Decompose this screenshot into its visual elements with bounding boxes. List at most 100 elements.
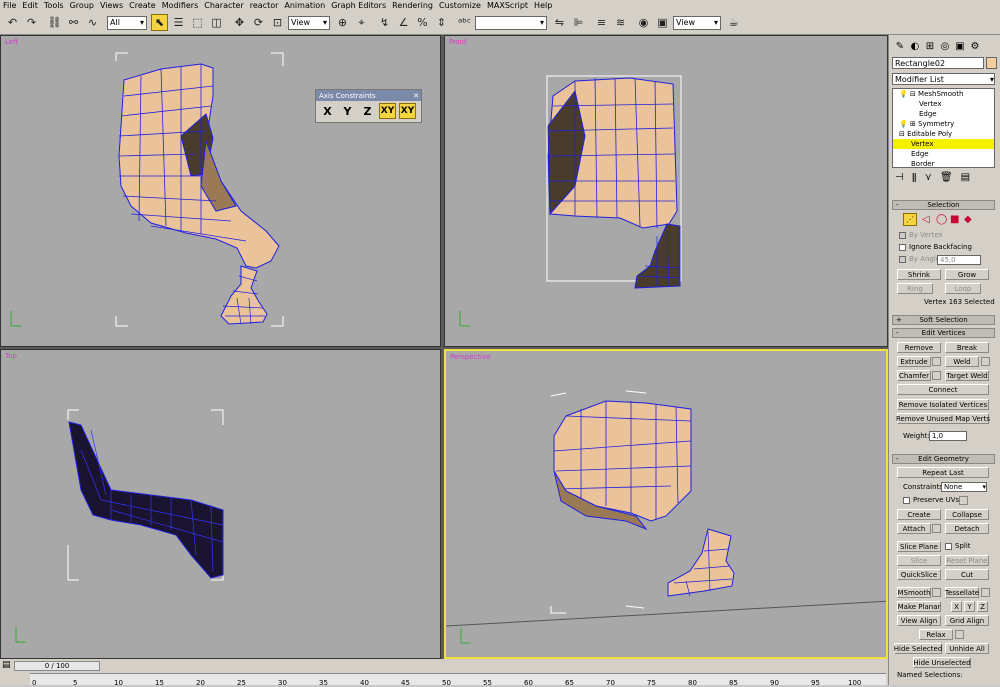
pivot-center-icon[interactable]: ⊕ (334, 14, 351, 31)
remove-isolated-vertices-button[interactable]: Remove Isolated Vertices (897, 399, 989, 410)
stack-item-edge[interactable]: Edge (893, 109, 994, 119)
menu-edit[interactable]: Edit (22, 1, 38, 10)
redo-icon[interactable]: ↷ (23, 14, 40, 31)
weight-input[interactable]: 1,0 (929, 431, 967, 441)
edit-named-selection-icon[interactable]: ᵃᵇᶜ (456, 14, 473, 31)
ignore-backfacing-checkbox[interactable] (899, 243, 906, 251)
ring-button[interactable]: Ring (897, 283, 933, 294)
extrude-settings-icon[interactable] (932, 357, 941, 366)
cut-button[interactable]: Cut (945, 569, 989, 580)
border-mode-icon[interactable]: ◯ (936, 214, 947, 225)
axis-xy-flyout-button[interactable]: XY (399, 103, 416, 119)
tessellate-settings-icon[interactable] (981, 588, 990, 597)
split-option[interactable]: Split (945, 542, 971, 550)
object-color-swatch[interactable] (986, 57, 997, 69)
select-by-name-icon[interactable]: ☰ (170, 14, 187, 31)
slice-plane-button[interactable]: Slice Plane (897, 541, 941, 552)
menu-rendering[interactable]: Rendering (392, 1, 433, 10)
stack-item-vertex[interactable]: Vertex (893, 99, 994, 109)
hide-selected-button[interactable]: Hide Selected (894, 643, 942, 654)
msmooth-button[interactable]: MSmooth (897, 587, 931, 598)
axis-x-button[interactable]: X (319, 103, 336, 119)
move-icon[interactable]: ✥ (231, 14, 248, 31)
select-manipulate-icon[interactable]: ⌖ (353, 14, 370, 31)
layer-manager-icon[interactable]: ≡ (593, 14, 610, 31)
planar-y-button[interactable]: Y (964, 601, 975, 612)
remove-modifier-icon[interactable]: 🗑 (940, 172, 953, 186)
stack-item-vertex-selected[interactable]: Vertex (893, 139, 994, 149)
by-vertex-checkbox[interactable] (899, 231, 906, 239)
view-align-button[interactable]: View Align (897, 615, 941, 626)
stack-item-symmetry[interactable]: 💡 ⊞ Symmetry (893, 119, 994, 129)
track-bar[interactable]: 0 5 10 15 20 25 30 35 40 45 50 55 60 65 … (30, 673, 886, 687)
stack-item-edge[interactable]: Edge (893, 149, 994, 159)
quickslice-button[interactable]: QuickSlice (897, 569, 941, 580)
display-tab-icon[interactable]: ▣ (953, 39, 967, 54)
menu-character[interactable]: Character (204, 1, 244, 10)
curve-editor-icon[interactable]: ≋ (612, 14, 629, 31)
loop-button[interactable]: Loop (945, 283, 981, 294)
remove-unused-map-verts-button[interactable]: Remove Unused Map Verts (896, 413, 990, 424)
timeline-toggle-icon[interactable]: ▤ (2, 660, 11, 670)
stack-item-meshsmooth[interactable]: 💡 ⊟ MeshSmooth (893, 89, 994, 99)
split-checkbox[interactable] (945, 542, 952, 550)
unlink-icon[interactable]: ⚯ (65, 14, 82, 31)
undo-icon[interactable]: ↶ (4, 14, 21, 31)
edge-mode-icon[interactable]: ◁ (922, 214, 930, 225)
vertex-mode-icon[interactable]: ⋰ (903, 213, 917, 226)
planar-z-button[interactable]: Z (977, 601, 988, 612)
menu-file[interactable]: File (3, 1, 16, 10)
make-unique-icon[interactable]: ⋎ (925, 172, 932, 186)
selection-rollout-header[interactable]: - Selection (892, 200, 995, 210)
menu-animation[interactable]: Animation (284, 1, 325, 10)
by-angle-checkbox[interactable] (899, 255, 906, 263)
element-mode-icon[interactable]: ◆ (964, 214, 972, 225)
msmooth-settings-icon[interactable] (932, 588, 941, 597)
menu-reactor[interactable]: reactor (250, 1, 279, 10)
stack-item-border[interactable]: Border (893, 159, 994, 167)
constraints-dropdown[interactable]: None ▾ (941, 482, 987, 492)
remove-button[interactable]: Remove (897, 342, 941, 353)
utilities-tab-icon[interactable]: ⚙ (968, 39, 982, 54)
relax-settings-icon[interactable] (955, 630, 964, 639)
named-selection-dropdown[interactable]: ▾ (475, 15, 547, 30)
selection-filter-dropdown[interactable]: All ▾ (107, 15, 147, 30)
menu-maxscript[interactable]: MAXScript (487, 1, 528, 10)
by-angle-option[interactable]: By Angle: (899, 255, 942, 263)
rectangular-selection-icon[interactable]: ⬚ (189, 14, 206, 31)
extrude-button[interactable]: Extrude (897, 356, 931, 367)
stack-item-editable-poly[interactable]: ⊟ Editable Poly (893, 129, 994, 139)
grow-button[interactable]: Grow (945, 269, 989, 280)
slice-button[interactable]: Slice (897, 555, 941, 566)
rotate-icon[interactable]: ⟳ (250, 14, 267, 31)
hide-unselected-button[interactable]: Hide Unselected (913, 657, 971, 668)
reset-plane-button[interactable]: Reset Plane (945, 555, 989, 566)
relax-button[interactable]: Relax (919, 629, 953, 640)
connect-button[interactable]: Connect (897, 384, 989, 395)
break-button[interactable]: Break (945, 342, 989, 353)
create-tab-icon[interactable]: ✎ (893, 39, 907, 54)
time-slider[interactable]: 0 / 100 (14, 661, 100, 671)
configure-sets-icon[interactable]: ▤ (961, 172, 970, 186)
chamfer-button[interactable]: Chamfer (897, 370, 931, 381)
modifier-stack[interactable]: 💡 ⊟ MeshSmooth Vertex Edge 💡 ⊞ Symmetry … (892, 88, 995, 168)
mirror-icon[interactable]: ⇋ (551, 14, 568, 31)
object-name-field[interactable]: Rectangle02 (892, 57, 984, 69)
align-icon[interactable]: ⊫ (570, 14, 587, 31)
link-icon[interactable]: ⛓ (46, 14, 63, 31)
motion-tab-icon[interactable]: ◎ (938, 39, 952, 54)
shrink-button[interactable]: Shrink (897, 269, 941, 280)
reference-coordinate-dropdown[interactable]: View ▾ (288, 15, 330, 30)
quick-render-icon[interactable]: ☕ (725, 14, 742, 31)
create-button[interactable]: Create (897, 509, 941, 520)
hierarchy-tab-icon[interactable]: ⊞ (923, 39, 937, 54)
close-icon[interactable]: ✕ (413, 92, 419, 100)
menu-tools[interactable]: Tools (44, 1, 64, 10)
menu-group[interactable]: Group (70, 1, 94, 10)
by-vertex-option[interactable]: By Vertex (899, 231, 943, 239)
material-editor-icon[interactable]: ◉ (635, 14, 652, 31)
percent-snap-icon[interactable]: % (414, 14, 431, 31)
menu-graph-editors[interactable]: Graph Editors (331, 1, 386, 10)
preserve-uvs-option[interactable]: Preserve UVs (903, 496, 959, 504)
menu-create[interactable]: Create (129, 1, 156, 10)
